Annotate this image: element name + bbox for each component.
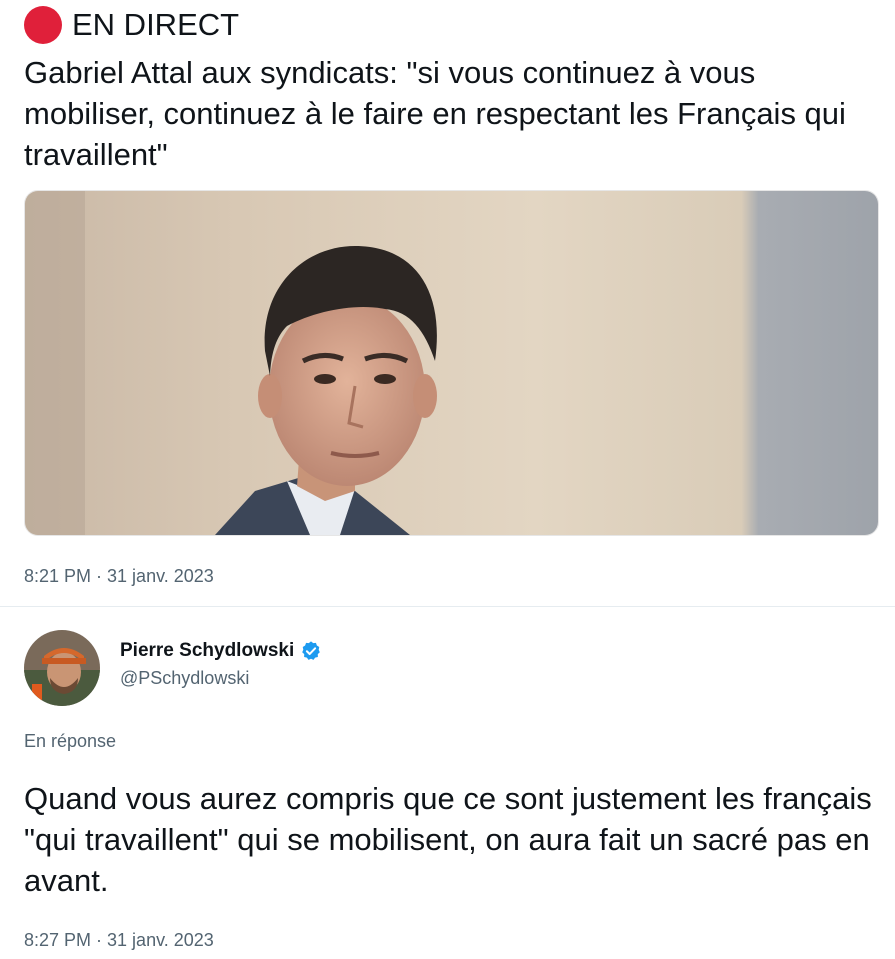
reply-text: Quand vous aurez compris que ce sont jus… — [24, 781, 872, 898]
live-label: EN DIRECT — [72, 7, 240, 42]
avatar[interactable] — [24, 630, 100, 706]
reply-author[interactable]: Pierre Schydlowski @PSchydlowski — [120, 640, 322, 689]
portrait-image — [25, 191, 878, 535]
reply-context-label: En réponse — [24, 731, 117, 751]
reply-timestamp[interactable]: 8:27 PM · 31 janv. 2023 — [24, 930, 214, 951]
divider — [0, 606, 895, 607]
display-name[interactable]: Pierre Schydlowski — [120, 640, 294, 662]
live-indicator: EN DIRECT — [24, 6, 239, 44]
post-timestamp[interactable]: 8:21 PM · 31 janv. 2023 — [24, 566, 214, 587]
post-headline: Gabriel Attal aux syndicats: "si vous co… — [24, 55, 846, 172]
avatar-image — [24, 630, 100, 706]
user-handle[interactable]: @PSchydlowski — [120, 668, 322, 689]
verified-badge-icon — [300, 640, 322, 662]
live-dot-icon — [24, 6, 62, 44]
post-photo[interactable] — [24, 190, 879, 536]
